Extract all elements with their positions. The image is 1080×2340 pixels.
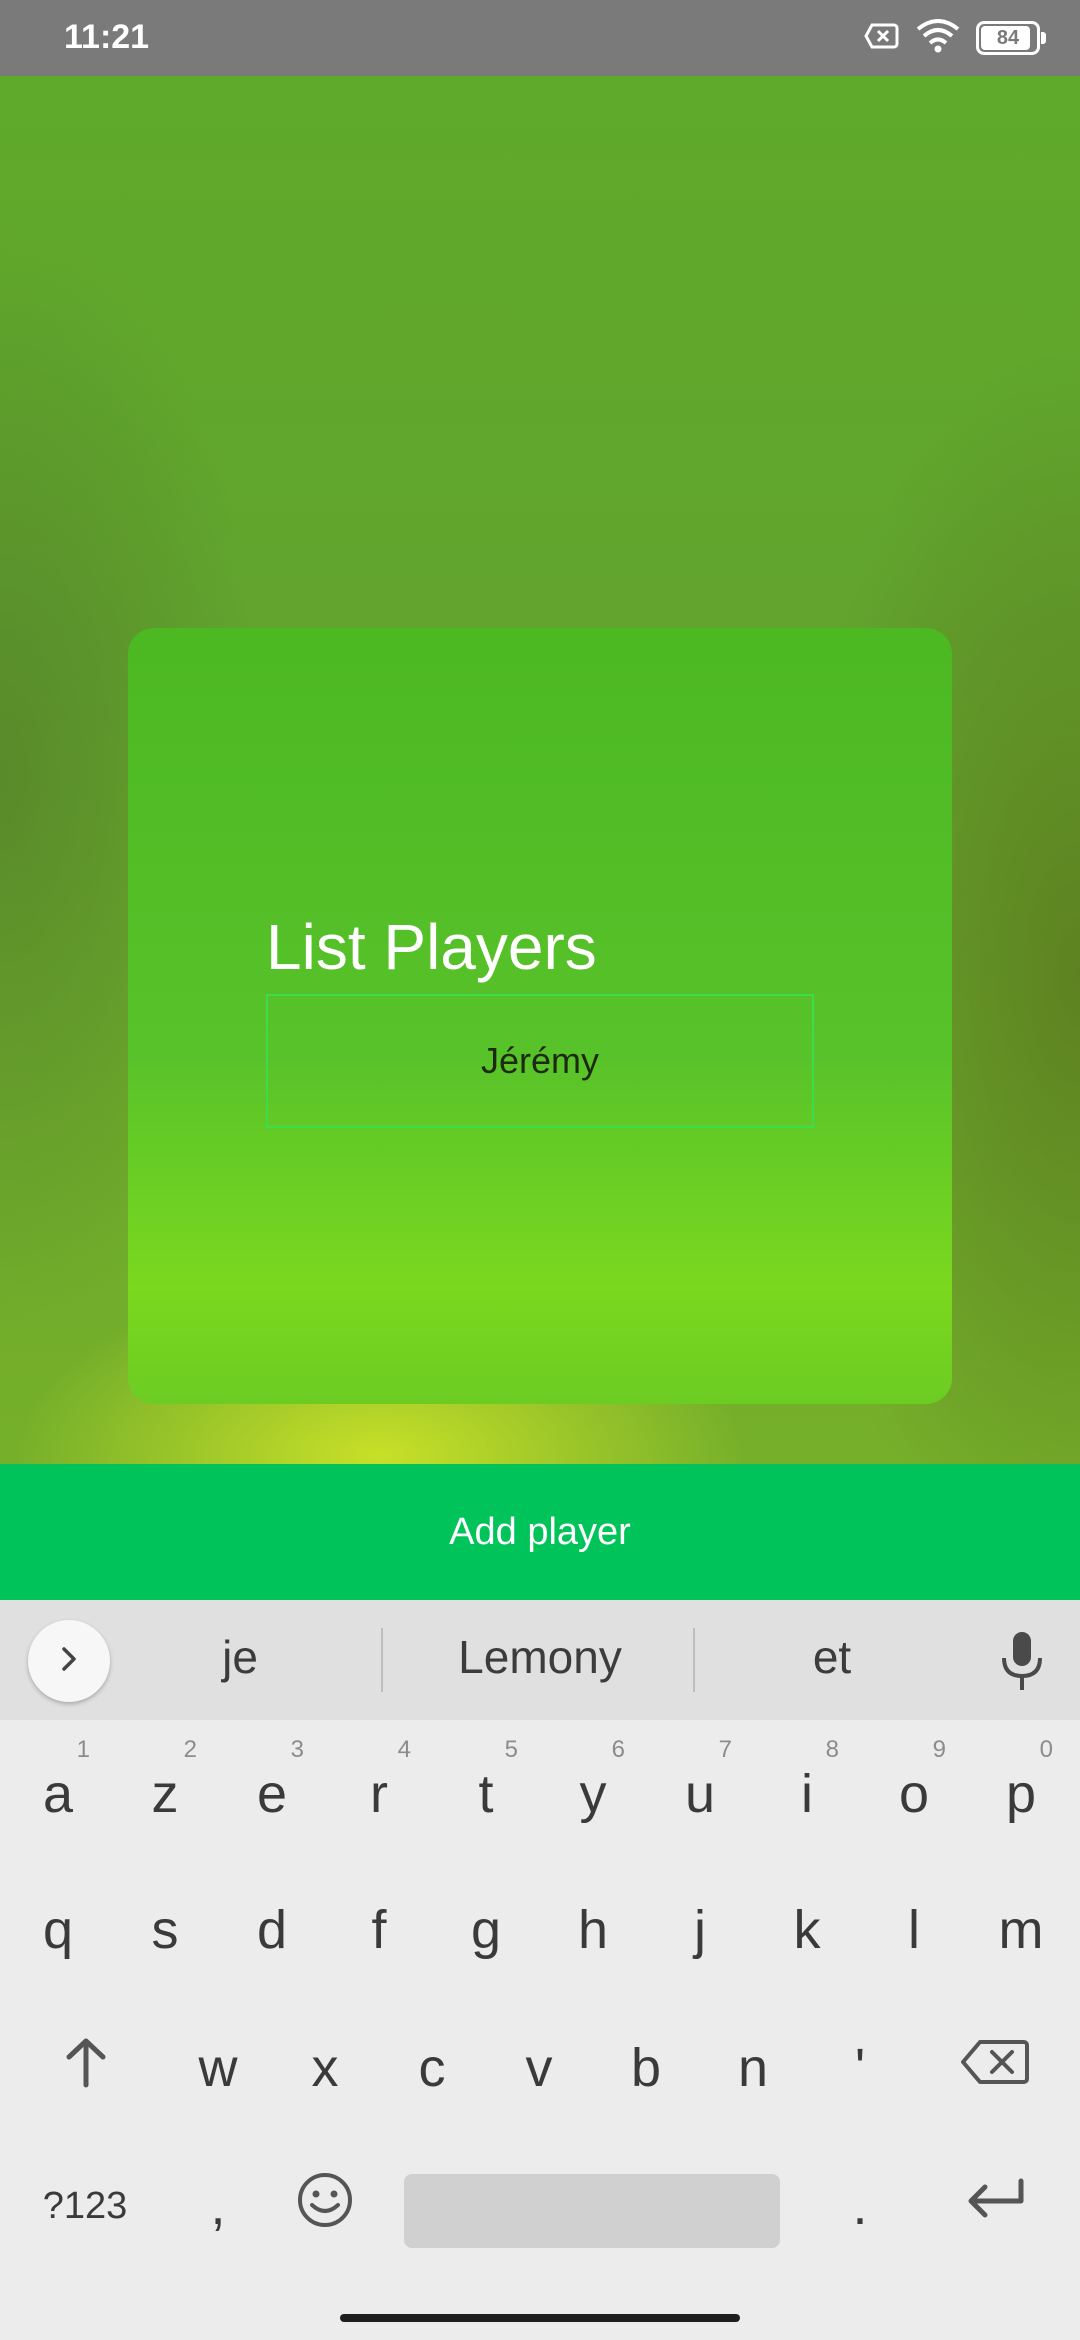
key-p[interactable]: p0	[971, 1734, 1071, 1854]
battery-icon: 84	[976, 21, 1046, 55]
key-m[interactable]: m	[971, 1870, 1071, 1990]
suggestion-divider	[381, 1628, 383, 1692]
key-c[interactable]: c	[382, 2008, 482, 2128]
key-y[interactable]: y6	[543, 1734, 643, 1854]
key-f[interactable]: f	[329, 1870, 429, 1990]
shift-key[interactable]	[36, 2008, 136, 2128]
expand-toolbar-button[interactable]	[28, 1620, 110, 1702]
key-r[interactable]: r4	[329, 1734, 429, 1854]
key-t[interactable]: t5	[436, 1734, 536, 1854]
suggestion-divider	[693, 1628, 695, 1692]
key-q[interactable]: q	[8, 1870, 108, 1990]
key-w[interactable]: w	[168, 2008, 268, 2128]
add-player-label: Add player	[449, 1510, 631, 1553]
suggestion-bar: je Lemony et	[0, 1600, 1080, 1720]
key-x[interactable]: x	[275, 2008, 375, 2128]
home-indicator[interactable]	[340, 2314, 740, 2322]
key-a[interactable]: a1	[8, 1734, 108, 1854]
shift-arrow-icon	[61, 2035, 111, 2102]
key-g[interactable]: g	[436, 1870, 536, 1990]
key-k[interactable]: k	[757, 1870, 857, 1990]
symbols-key[interactable]: ?123	[20, 2146, 150, 2266]
key-o[interactable]: o9	[864, 1734, 964, 1854]
suggestion-2[interactable]: Lemony	[420, 1630, 660, 1684]
battery-level: 84	[996, 26, 1020, 49]
key-b[interactable]: b	[596, 2008, 696, 2128]
key-j[interactable]: j	[650, 1870, 750, 1990]
status-bar: 11:21 84	[0, 0, 1080, 76]
status-icons: 84	[864, 18, 1046, 58]
key-d[interactable]: d	[222, 1870, 322, 1990]
key-z[interactable]: z2	[115, 1734, 215, 1854]
page-title: List Players	[266, 911, 597, 983]
no-sim-icon	[864, 22, 900, 55]
suggestion-1[interactable]: je	[180, 1630, 300, 1684]
enter-arrow-icon	[963, 2175, 1027, 2238]
add-player-button[interactable]: Add player	[0, 1464, 1080, 1600]
key-comma[interactable]: ,	[168, 2146, 268, 2266]
app-background: List Players Jérémy	[0, 76, 1080, 1464]
chevron-right-icon	[54, 1644, 84, 1679]
players-card: List Players Jérémy	[128, 628, 952, 1404]
key-i[interactable]: i8	[757, 1734, 857, 1854]
key-s[interactable]: s	[115, 1870, 215, 1990]
enter-key[interactable]	[940, 2146, 1050, 2266]
emoji-icon	[296, 2171, 354, 2242]
key-h[interactable]: h	[543, 1870, 643, 1990]
key-n[interactable]: n	[703, 2008, 803, 2128]
wifi-icon	[916, 18, 960, 58]
key-u[interactable]: u7	[650, 1734, 750, 1854]
microphone-icon[interactable]	[992, 1628, 1052, 1698]
key-period[interactable]: .	[810, 2146, 910, 2266]
key-e[interactable]: e3	[222, 1734, 322, 1854]
key-apostrophe[interactable]: '	[810, 2008, 910, 2128]
keyboard: je Lemony et a1 z2 e3 r4 t5 y6 u7 i8 o9 …	[0, 1600, 1080, 2340]
suggestion-3[interactable]: et	[772, 1630, 892, 1684]
status-time: 11:21	[64, 18, 150, 56]
space-bar[interactable]	[404, 2174, 780, 2248]
player-name: Jérémy	[480, 1040, 600, 1081]
emoji-key[interactable]	[275, 2146, 375, 2266]
player-list-item[interactable]: Jérémy	[266, 994, 814, 1128]
key-v[interactable]: v	[489, 2008, 589, 2128]
backspace-icon	[960, 2037, 1030, 2099]
key-l[interactable]: l	[864, 1870, 964, 1990]
backspace-key[interactable]	[940, 2008, 1050, 2128]
